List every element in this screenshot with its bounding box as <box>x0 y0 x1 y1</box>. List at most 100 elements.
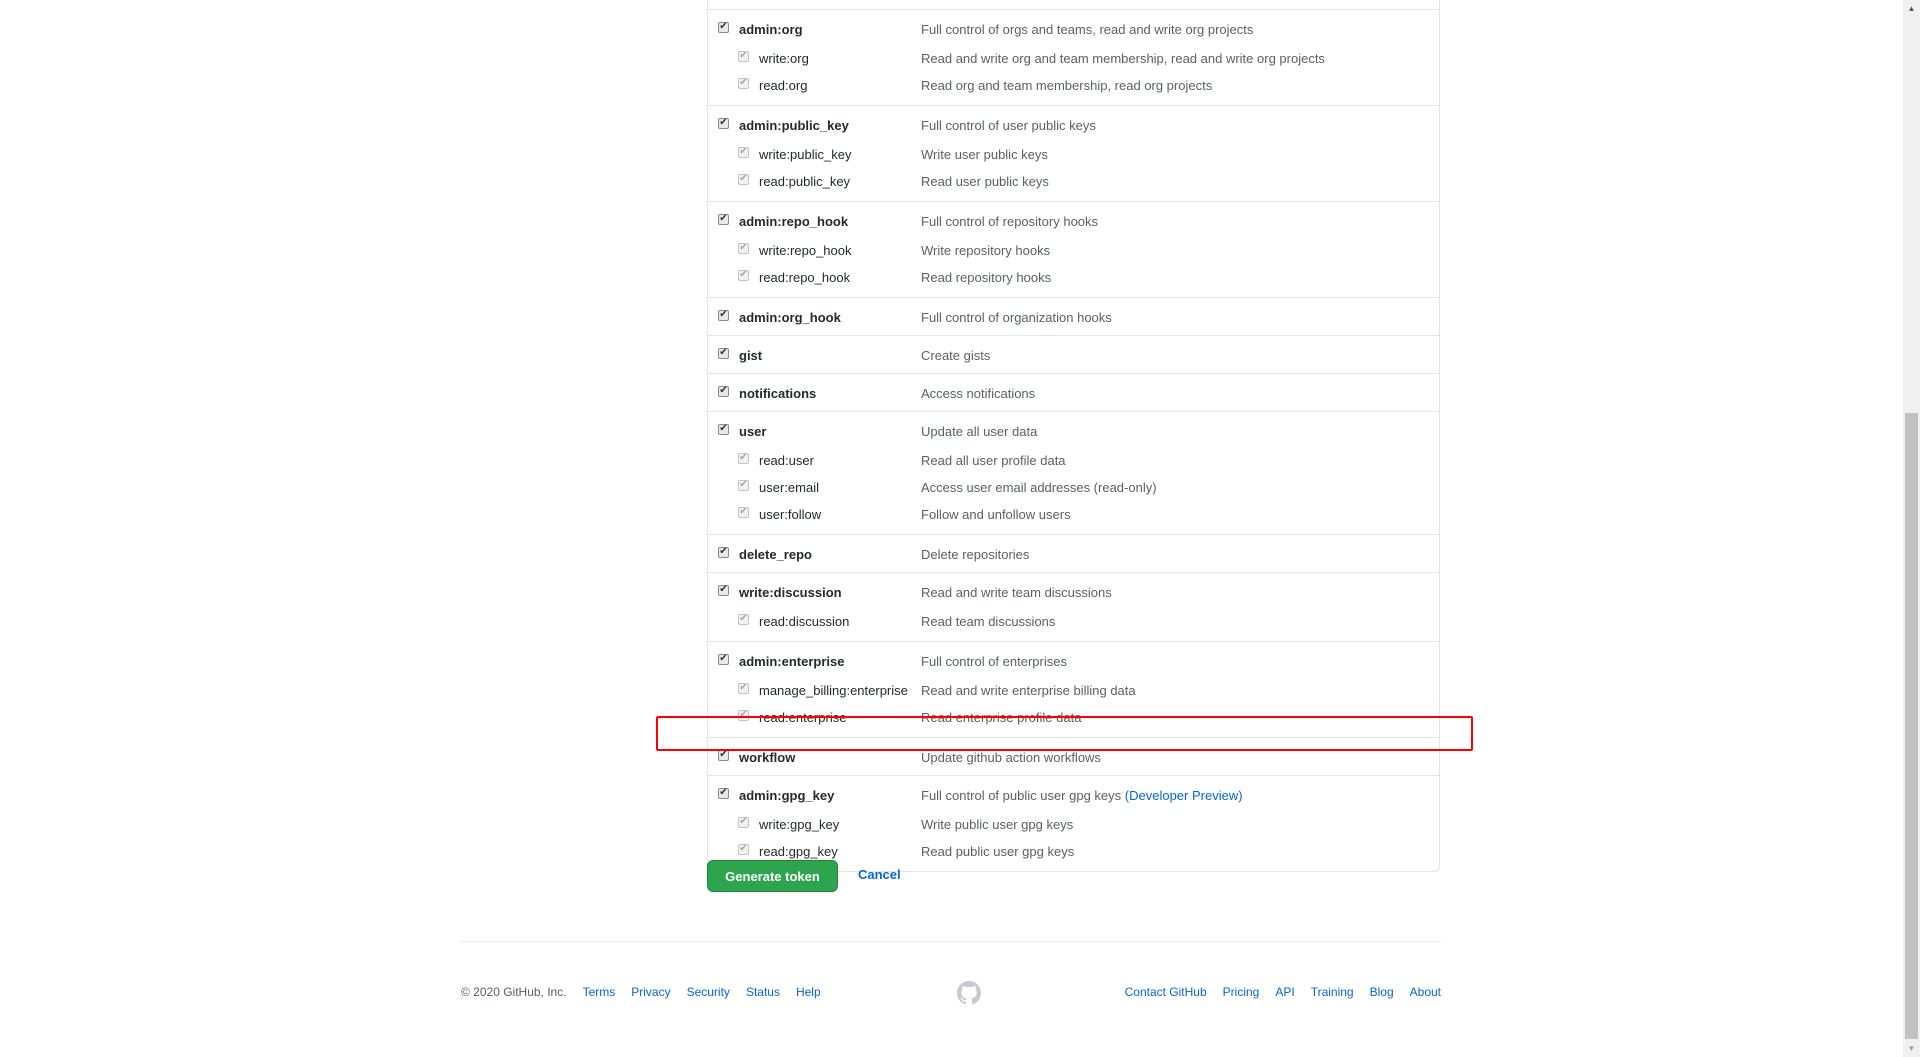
scope-description: Full control of user public keys <box>921 118 1096 133</box>
scope-description-text: Full control of orgs and teams, read and… <box>921 22 1254 37</box>
checkbox-checked-icon: ✔ <box>738 613 749 625</box>
checkbox-checked-icon: ✔ <box>738 452 749 464</box>
scope-description-text: Update all user data <box>921 424 1038 439</box>
scope-description: Read repository hooks <box>921 270 1051 285</box>
scope-description-text: Read and write enterprise billing data <box>921 683 1136 698</box>
footer-link-contact[interactable]: Contact GitHub <box>1125 985 1207 999</box>
scope-row: ✔ admin:enterprise Full control of enterpr… <box>708 650 1439 673</box>
scope-name[interactable]: admin:org_hook <box>739 310 841 325</box>
scope-description: Create gists <box>921 348 990 363</box>
scope-description: Full control of orgs and teams, read and… <box>921 22 1253 37</box>
scope-description: Read and write org and team membership, … <box>921 51 1325 66</box>
sub-scope-row: ✔ user:follow Follow and unfollow users <box>708 501 1439 528</box>
github-octocat-icon[interactable] <box>957 981 981 1005</box>
scope-name[interactable]: read:repo_hook <box>759 270 850 285</box>
scope-name[interactable]: user:email <box>759 480 819 495</box>
footer-link-training[interactable]: Training <box>1311 985 1354 999</box>
sub-scope-row: ✔ read:public_key Read user public keys <box>708 168 1439 195</box>
scope-name[interactable]: gist <box>739 348 762 363</box>
checkbox-checked-icon[interactable]: ✔ <box>718 423 729 435</box>
scope-name[interactable]: read:org <box>759 78 807 93</box>
scope-name[interactable]: read:discussion <box>759 614 849 629</box>
checkbox-checked-icon[interactable]: ✔ <box>718 385 729 397</box>
footer-link-about[interactable]: About <box>1410 985 1441 999</box>
checkbox-checked-icon: ✔ <box>738 242 749 254</box>
scope-name[interactable]: admin:enterprise <box>739 654 844 669</box>
footer-copyright: © 2020 GitHub, Inc. <box>461 985 567 999</box>
footer-right: Contact GitHub Pricing API Training Blog… <box>1125 985 1441 999</box>
footer-link-help[interactable]: Help <box>796 985 821 999</box>
scope-row: ✔ admin:gpg_key Full control of public use… <box>708 784 1439 807</box>
footer-left: © 2020 GitHub, Inc. Terms Privacy Securi… <box>461 985 821 999</box>
generate-token-button[interactable]: Generate token <box>707 860 838 892</box>
scope-row: ✔ delete_repo Delete repositories <box>708 543 1439 566</box>
scope-name[interactable]: admin:public_key <box>739 118 849 133</box>
scroll-down-arrow-icon[interactable]: ▼ <box>1903 1040 1920 1057</box>
scope-name[interactable]: admin:gpg_key <box>739 788 834 803</box>
scope-description: Read team discussions <box>921 614 1055 629</box>
scroll-up-arrow-icon[interactable]: ▲ <box>1903 0 1920 17</box>
scope-description: Follow and unfollow users <box>921 507 1071 522</box>
footer-link-blog[interactable]: Blog <box>1370 985 1394 999</box>
checkbox-checked-icon[interactable]: ✔ <box>718 117 729 129</box>
footer-link-pricing[interactable]: Pricing <box>1223 985 1260 999</box>
scope-name[interactable]: write:gpg_key <box>759 817 839 832</box>
scope-description-text: Access notifications <box>921 386 1036 401</box>
scope-description-text: Read repository hooks <box>921 270 1052 285</box>
scope-name[interactable]: read:user <box>759 453 814 468</box>
scope-name[interactable]: write:repo_hook <box>759 243 852 258</box>
scope-name[interactable]: notifications <box>739 386 816 401</box>
sub-scope-row: ✔ read:repo_hook Read repository hooks <box>708 264 1439 291</box>
checkbox-checked-icon[interactable]: ✔ <box>718 309 729 321</box>
scope-name[interactable]: read:enterprise <box>759 710 846 725</box>
footer-link-api[interactable]: API <box>1275 985 1294 999</box>
scope-name[interactable]: workflow <box>739 750 795 765</box>
scope-name[interactable]: write:discussion <box>739 585 842 600</box>
scope-row: ✔ write:discussion Read and write team dis… <box>708 581 1439 604</box>
scope-description-text: Update github action workflows <box>921 750 1101 765</box>
sub-scope-row: ✔ read:user Read all user profile data <box>708 447 1439 474</box>
scope-description: Write repository hooks <box>921 243 1050 258</box>
developer-preview-link[interactable]: (Developer Preview) <box>1125 788 1243 803</box>
scope-description: Full control of organization hooks <box>921 310 1112 325</box>
scope-description-text: Read org and team membership, read org p… <box>921 78 1213 93</box>
checkbox-checked-icon[interactable]: ✔ <box>718 546 729 558</box>
checkbox-checked-icon[interactable]: ✔ <box>718 213 729 225</box>
scope-name[interactable]: manage_billing:enterprise <box>759 683 908 698</box>
footer-link-status[interactable]: Status <box>746 985 780 999</box>
scope-name[interactable]: user:follow <box>759 507 821 522</box>
checkbox-checked-icon[interactable]: ✔ <box>718 749 729 761</box>
checkbox-checked-icon: ✔ <box>738 50 749 62</box>
sub-scope-row: ✔ read:discussion Read team discussions <box>708 608 1439 635</box>
footer-link-security[interactable]: Security <box>687 985 730 999</box>
scope-description: Update all user data <box>921 424 1037 439</box>
cancel-link[interactable]: Cancel <box>858 867 901 882</box>
scrollbar-thumb[interactable] <box>1905 413 1918 1039</box>
scope-name[interactable]: write:org <box>759 51 809 66</box>
scope-description: Read enterprise profile data <box>921 710 1081 725</box>
scope-name[interactable]: admin:repo_hook <box>739 214 848 229</box>
checkbox-checked-icon[interactable]: ✔ <box>718 787 729 799</box>
scope-description-text: Full control of repository hooks <box>921 214 1099 229</box>
scope-description-text: Read enterprise profile data <box>921 710 1082 725</box>
vertical-scrollbar[interactable]: ▲ ▼ <box>1903 0 1920 1057</box>
scope-description-text: Read user public keys <box>921 174 1049 189</box>
scope-row: ✔ admin:org_hook Full control of organizat… <box>708 306 1439 329</box>
footer-link-terms[interactable]: Terms <box>583 985 616 999</box>
scope-name[interactable]: read:gpg_key <box>759 844 838 859</box>
scope-name[interactable]: delete_repo <box>739 547 812 562</box>
scope-description-text: Read public user gpg keys <box>921 844 1075 859</box>
checkbox-checked-icon[interactable]: ✔ <box>718 347 729 359</box>
scope-description-text: Read all user profile data <box>921 453 1066 468</box>
checkbox-checked-icon[interactable]: ✔ <box>718 653 729 665</box>
scope-name[interactable]: admin:org <box>739 22 803 37</box>
scope-description: Read all user profile data <box>921 453 1066 468</box>
scope-description: Read public user gpg keys <box>921 844 1074 859</box>
footer-link-privacy[interactable]: Privacy <box>631 985 670 999</box>
checkbox-checked-icon[interactable]: ✔ <box>718 21 729 33</box>
scope-name[interactable]: user <box>739 424 766 439</box>
checkbox-checked-icon: ✔ <box>738 682 749 694</box>
checkbox-checked-icon[interactable]: ✔ <box>718 584 729 596</box>
scope-name[interactable]: read:public_key <box>759 174 850 189</box>
scope-name[interactable]: write:public_key <box>759 147 852 162</box>
